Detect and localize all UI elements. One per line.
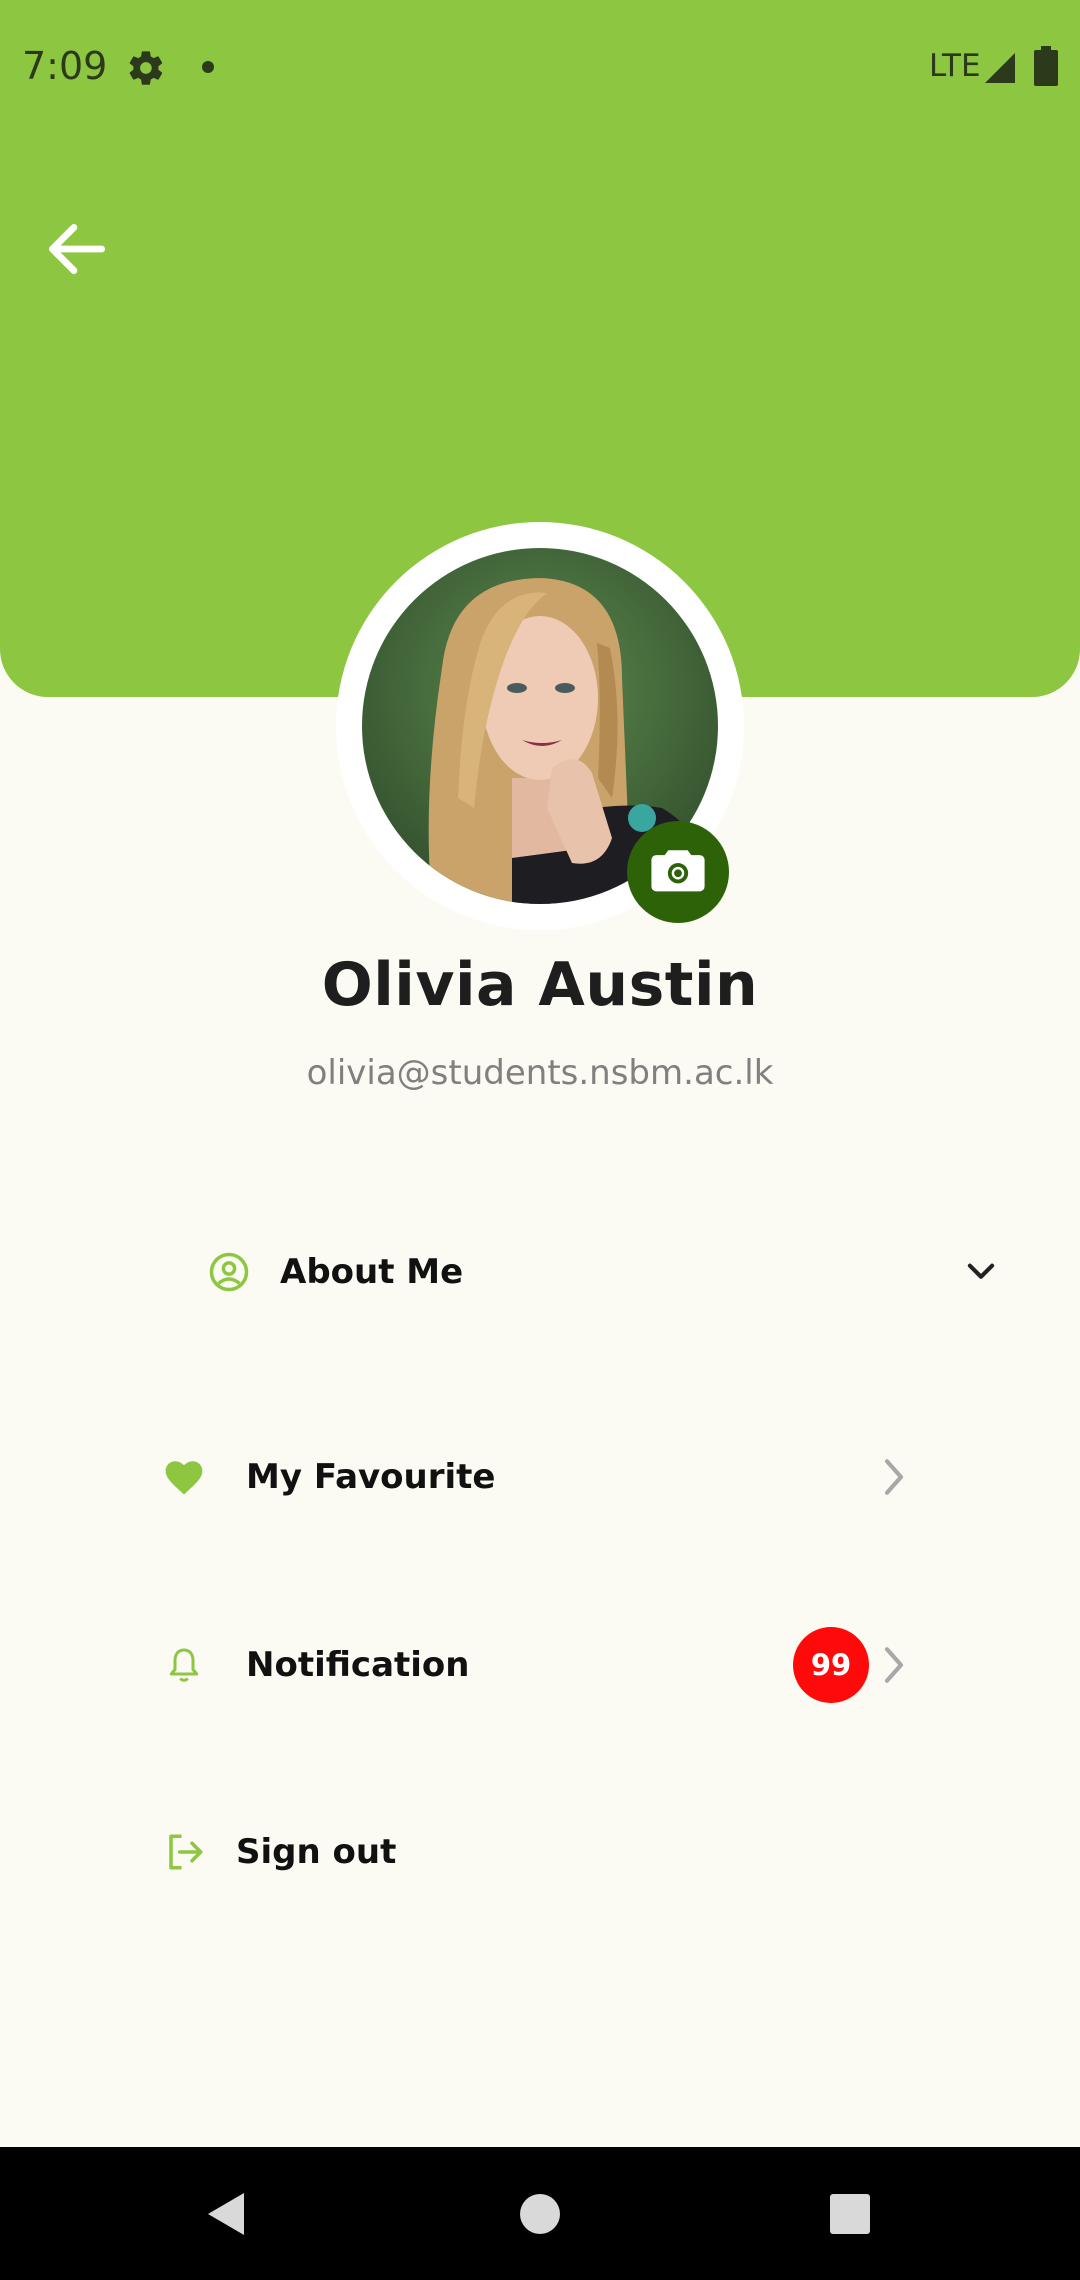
recents-square-icon[interactable] <box>829 2193 871 2235</box>
dot-icon <box>202 61 214 73</box>
arrow-left-icon <box>48 224 106 274</box>
sign-out-icon <box>169 1834 203 1870</box>
menu-item-notification[interactable]: Notification 99 <box>0 1610 1080 1720</box>
heart-icon <box>165 1461 203 1495</box>
status-time: 7:09 <box>22 44 108 88</box>
status-bar: 7:09 LTE <box>0 0 1080 134</box>
menu-label-my-favourite: My Favourite <box>246 1457 496 1497</box>
back-triangle-icon[interactable] <box>204 2191 248 2237</box>
chevron-right-icon <box>884 1459 904 1495</box>
battery-icon <box>1034 46 1058 86</box>
profile-name: Olivia Austin <box>321 950 759 1020</box>
back-button[interactable] <box>40 212 114 286</box>
menu-label-about-me: About Me <box>280 1252 464 1292</box>
notification-count-badge: 99 <box>793 1627 869 1703</box>
menu-item-my-favourite[interactable]: My Favourite <box>0 1422 1080 1532</box>
menu-item-about-me[interactable]: About Me <box>0 1217 1080 1327</box>
chevron-down-icon[interactable] <box>962 1253 1000 1291</box>
chevron-right-icon <box>884 1647 904 1683</box>
menu-label-notification: Notification <box>246 1645 470 1685</box>
signal-icon <box>985 53 1015 83</box>
gear-icon <box>129 51 163 85</box>
network-type: LTE <box>929 48 981 84</box>
menu-item-sign-out[interactable]: Sign out <box>0 1797 1080 1907</box>
camera-icon <box>651 850 705 892</box>
bell-icon <box>169 1648 199 1682</box>
menu-label-sign-out: Sign out <box>236 1832 397 1872</box>
profile-email: olivia@students.nsbm.ac.lk <box>306 1053 774 1093</box>
change-photo-button[interactable] <box>627 821 729 923</box>
user-circle-icon <box>209 1252 249 1292</box>
system-navigation-bar <box>0 2147 1080 2280</box>
home-circle-icon[interactable] <box>519 2193 561 2235</box>
